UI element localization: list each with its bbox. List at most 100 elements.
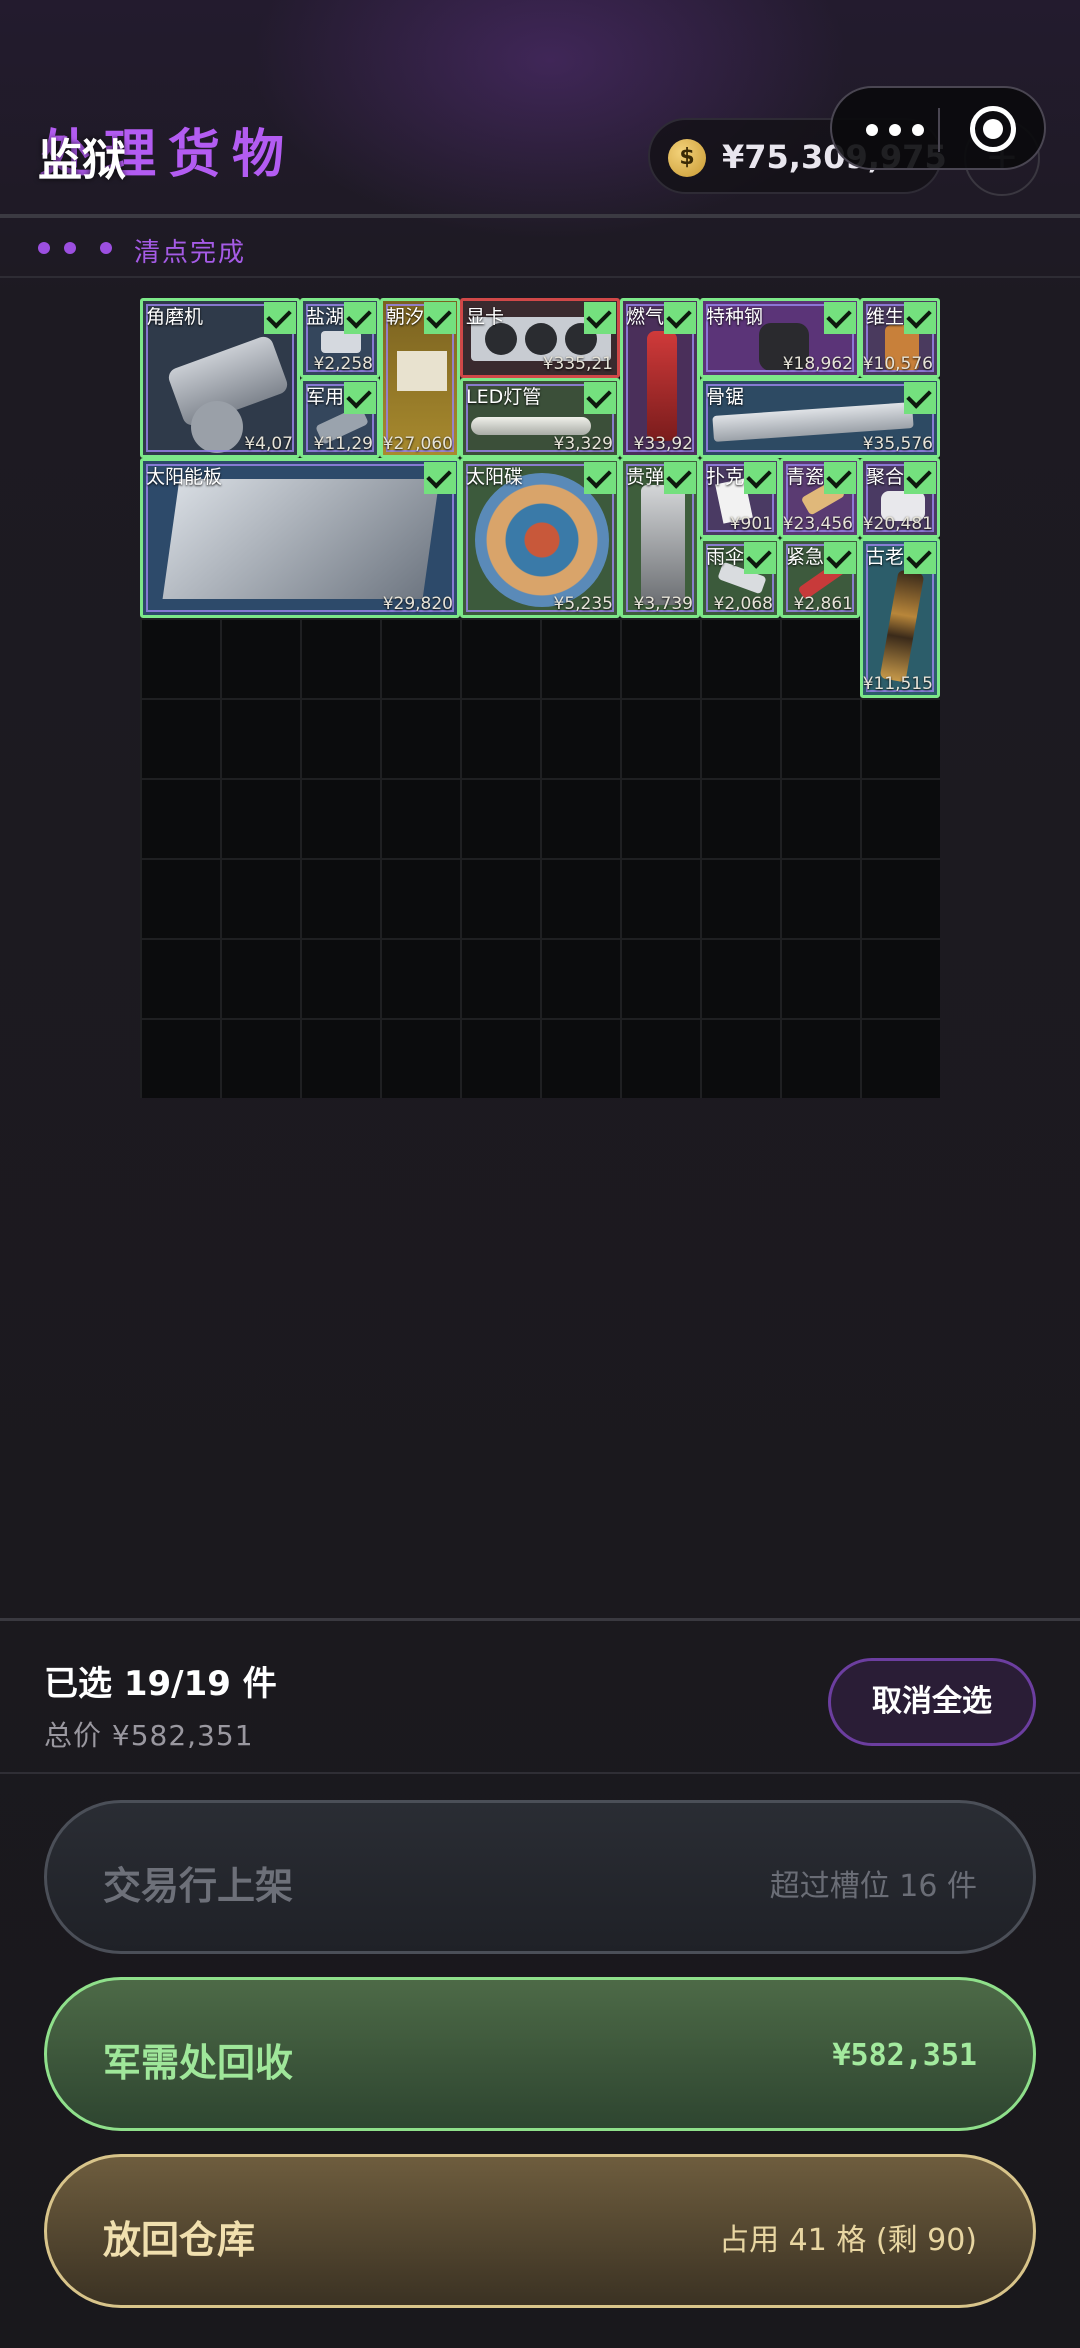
header-divider <box>0 214 1080 218</box>
item-ancient-telescope[interactable]: 古老 ¥11,515 <box>860 538 940 698</box>
progress-label: 清点完成 <box>134 238 247 268</box>
miniprogram-capsule <box>830 86 1046 170</box>
item-name: LED灯管 <box>466 386 542 408</box>
checkmark-icon <box>664 462 696 494</box>
item-sun-plate[interactable]: 太阳碟 ¥5,235 <box>460 458 620 618</box>
capsule-divider <box>938 108 940 152</box>
checkmark-icon <box>424 302 456 334</box>
checkmark-icon <box>584 382 616 414</box>
item-name: 军用 <box>306 386 345 408</box>
item-price: ¥2,258 <box>313 354 373 374</box>
item-emergency[interactable]: 紧急 ¥2,861 <box>780 538 860 618</box>
item-chaoxi[interactable]: 朝汐 ¥27,060 <box>380 298 460 458</box>
item-celadon[interactable]: 青瓷 ¥23,456 <box>780 458 860 538</box>
item-special-steel[interactable]: 特种钢 ¥18,962 <box>700 298 860 378</box>
item-gpu[interactable]: 显卡 ¥335,21 <box>460 298 620 378</box>
item-military[interactable]: 军用 ¥11,29 <box>300 378 380 458</box>
item-name: 聚合 <box>866 466 905 488</box>
checkmark-icon <box>744 462 776 494</box>
checkmark-icon <box>664 302 696 334</box>
item-price: ¥10,576 <box>862 354 933 374</box>
deselect-all-button[interactable]: 取消全选 <box>828 1658 1036 1746</box>
more-menu-button[interactable] <box>860 110 930 150</box>
item-name: 贵弹 <box>626 466 665 488</box>
item-name: 太阳碟 <box>466 466 524 488</box>
item-name: 盐湖 <box>306 306 345 328</box>
list-on-market-button[interactable]: 交易行上架 超过槽位 16 件 <box>44 1800 1036 1954</box>
item-price: ¥335,21 <box>542 354 613 374</box>
checkmark-icon <box>904 462 936 494</box>
item-price: ¥5,235 <box>553 594 613 614</box>
item-price: ¥2,861 <box>793 594 853 614</box>
item-name: 扑克 <box>706 466 745 488</box>
checkmark-icon <box>584 462 616 494</box>
item-poker[interactable]: 扑克 ¥901 <box>700 458 780 538</box>
item-price: ¥4,07 <box>244 434 293 454</box>
selected-count: 已选 19/19 件 <box>44 1664 277 1704</box>
item-name: 雨伞 <box>706 546 745 568</box>
market-note: 超过槽位 16 件 <box>769 1869 977 1904</box>
item-price: ¥23,456 <box>782 514 853 534</box>
item-price: ¥18,962 <box>782 354 853 374</box>
warehouse-label: 放回仓库 <box>103 2218 256 2262</box>
inventory-grid: 角磨机 ¥4,07 盐湖 ¥2,258 朝汐 ¥27,060 显卡 ¥335,2… <box>140 298 940 1098</box>
checkmark-icon <box>824 542 856 574</box>
item-name: 朝汐 <box>386 306 425 328</box>
item-name: 特种钢 <box>706 306 764 328</box>
item-name: 青瓷 <box>786 466 825 488</box>
item-name: 骨锯 <box>706 386 745 408</box>
item-bone-saw[interactable]: 骨锯 ¥35,576 <box>700 378 940 458</box>
total-price: 总价 ¥582,351 <box>44 1719 254 1752</box>
recycle-label: 军需处回收 <box>103 2041 294 2085</box>
warehouse-note: 占用 41 格 (剩 90) <box>719 2223 977 2258</box>
item-umbrella[interactable]: 雨伞 ¥2,068 <box>700 538 780 618</box>
checkmark-icon <box>264 302 296 334</box>
item-salt[interactable]: 盐湖 ¥2,258 <box>300 298 380 378</box>
item-price: ¥3,739 <box>633 594 693 614</box>
checkmark-icon <box>584 302 616 334</box>
item-angle-grinder[interactable]: 角磨机 ¥4,07 <box>140 298 300 458</box>
bottom-panel-divider <box>0 1618 1080 1621</box>
checkmark-icon <box>744 542 776 574</box>
item-name: 角磨机 <box>146 306 204 328</box>
item-price: ¥11,29 <box>313 434 373 454</box>
item-price: ¥901 <box>729 514 773 534</box>
item-name: 古老 <box>866 546 905 568</box>
item-price: ¥29,820 <box>382 594 453 614</box>
checkmark-icon <box>344 382 376 414</box>
item-led-tube[interactable]: LED灯管 ¥3,329 <box>460 378 620 458</box>
item-name: 太阳能板 <box>146 466 223 488</box>
checkmark-icon <box>824 302 856 334</box>
item-gas[interactable]: 燃气 ¥33,92 <box>620 298 700 458</box>
item-polymer[interactable]: 聚合 ¥20,481 <box>860 458 940 538</box>
checkmark-icon <box>904 542 936 574</box>
gpu-fan-icon <box>525 323 557 355</box>
close-miniprogram-icon[interactable] <box>970 106 1016 152</box>
item-price: ¥20,481 <box>862 514 933 534</box>
item-name: 维生 <box>866 306 905 328</box>
section-divider <box>0 276 1080 278</box>
return-to-warehouse-button[interactable]: 放回仓库 占用 41 格 (剩 90) <box>44 2154 1036 2308</box>
item-vitamin[interactable]: 维生 ¥10,576 <box>860 298 940 378</box>
coin-icon: $ <box>668 139 706 177</box>
item-name: 显卡 <box>466 306 505 328</box>
checkmark-icon <box>904 382 936 414</box>
item-price: ¥11,515 <box>862 674 933 694</box>
recycle-button[interactable]: 军需处回收 ¥582,351 <box>44 1977 1036 2131</box>
item-solar-panel[interactable]: 太阳能板 ¥29,820 <box>140 458 460 618</box>
checkmark-icon <box>344 302 376 334</box>
summary-divider <box>0 1772 1080 1774</box>
item-name: 燃气 <box>626 306 665 328</box>
checkmark-icon <box>824 462 856 494</box>
checkmark-icon <box>424 462 456 494</box>
item-price: ¥35,576 <box>862 434 933 454</box>
item-price: ¥2,068 <box>713 594 773 614</box>
market-label: 交易行上架 <box>103 1864 294 1908</box>
item-price: ¥27,060 <box>382 434 453 454</box>
checkmark-icon <box>904 302 936 334</box>
item-energy-drink[interactable]: 贵弹 ¥3,739 <box>620 458 700 618</box>
recycle-value: ¥582,351 <box>832 2038 978 2073</box>
item-price: ¥3,329 <box>553 434 613 454</box>
map-name-overlay: 监狱 <box>38 135 126 186</box>
item-price: ¥33,92 <box>633 434 693 454</box>
